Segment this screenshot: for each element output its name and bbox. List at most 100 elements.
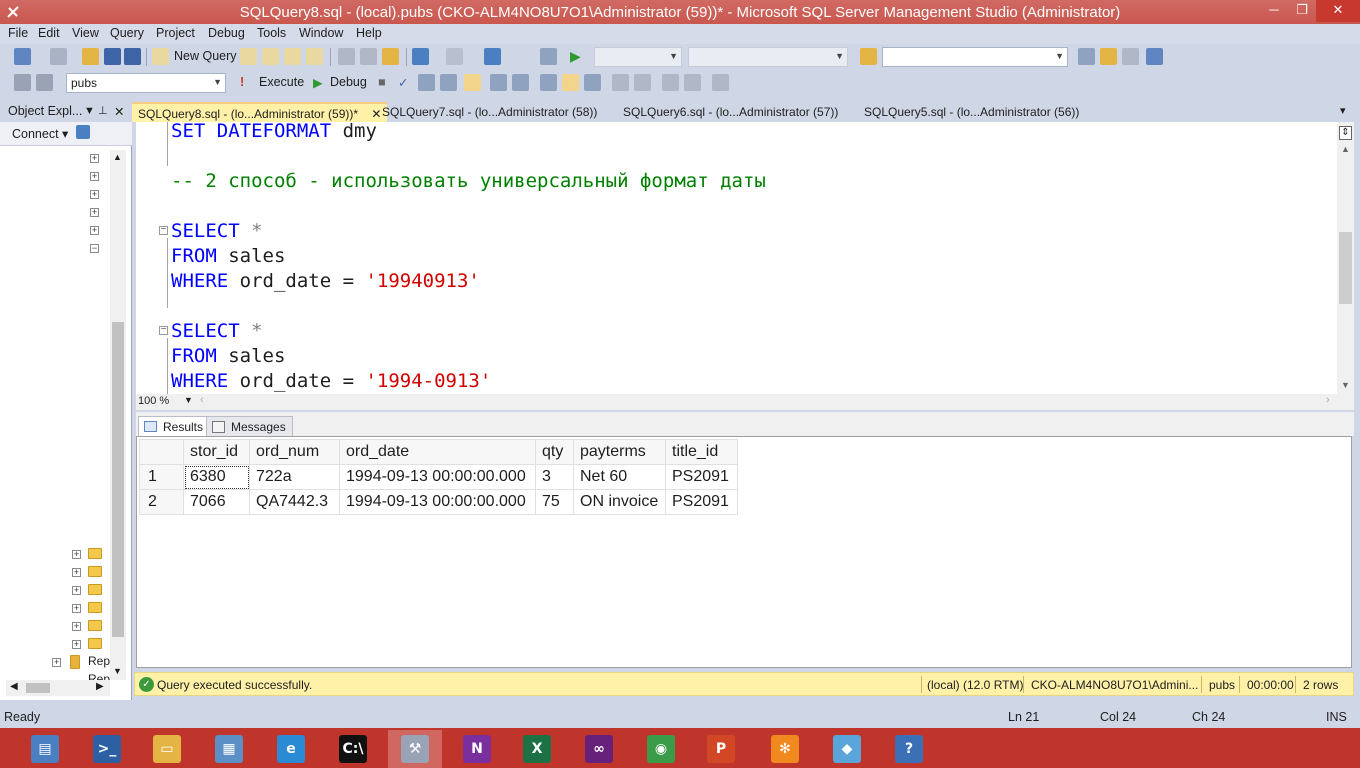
split-icon[interactable]: ⇕: [1339, 126, 1352, 140]
close-button[interactable]: ✕: [1316, 0, 1360, 22]
undo-icon[interactable]: [412, 48, 429, 65]
taskbar-item[interactable]: X: [510, 730, 564, 768]
results-to-text-icon[interactable]: [540, 74, 557, 91]
taskbar-item[interactable]: ▭: [140, 730, 194, 768]
expand-icon[interactable]: +: [72, 640, 81, 649]
new-query-button[interactable]: New Query: [174, 49, 237, 63]
menu-window[interactable]: Window: [299, 26, 343, 40]
menu-file[interactable]: File: [8, 26, 28, 40]
taskbar-item[interactable]: ⚒: [388, 730, 442, 768]
hscroll-thumb[interactable]: [26, 683, 50, 693]
copy-icon[interactable]: [360, 48, 377, 65]
expand-icon[interactable]: +: [72, 622, 81, 631]
save-icon[interactable]: [104, 48, 121, 65]
cancel-query-icon[interactable]: ■: [378, 75, 386, 89]
scroll-down-icon[interactable]: ▼: [113, 666, 122, 676]
expand-icon[interactable]: +: [72, 568, 81, 577]
menu-edit[interactable]: Edit: [38, 26, 60, 40]
pin-icon[interactable]: ▼ ⊥: [84, 104, 108, 117]
column-header-stor-id[interactable]: stor_id: [183, 439, 250, 465]
menu-project[interactable]: Project: [156, 26, 195, 40]
taskbar-item[interactable]: ▤: [18, 730, 72, 768]
execute-button[interactable]: Execute: [259, 75, 304, 89]
taskbar-item[interactable]: ◉: [634, 730, 688, 768]
column-header-ord-num[interactable]: ord_num: [249, 439, 340, 465]
table-cell[interactable]: 1994-09-13 00:00:00.000: [339, 464, 536, 490]
table-cell[interactable]: ON invoice: [573, 489, 666, 515]
results-to-grid-icon[interactable]: [562, 74, 579, 91]
minimize-button[interactable]: ─: [1260, 0, 1288, 22]
maximize-button[interactable]: ❐: [1288, 0, 1316, 22]
taskbar-item[interactable]: e: [264, 730, 318, 768]
scroll-up-icon[interactable]: ▲: [1341, 144, 1350, 154]
cut-icon[interactable]: [338, 48, 355, 65]
client-stats-icon[interactable]: [512, 74, 529, 91]
collapse-icon[interactable]: −: [90, 244, 99, 253]
zoom-level[interactable]: 100 %: [138, 395, 169, 407]
menu-help[interactable]: Help: [356, 26, 382, 40]
connect-icon[interactable]: [14, 74, 31, 91]
registered-servers-icon[interactable]: [1078, 48, 1095, 65]
row-number[interactable]: 2: [139, 489, 184, 515]
expand-icon[interactable]: +: [90, 226, 99, 235]
scroll-left-icon[interactable]: ‹: [200, 394, 204, 406]
tree-scrollbar[interactable]: ▲ ▼: [110, 150, 126, 680]
taskbar-item[interactable]: ?: [882, 730, 936, 768]
scroll-down-icon[interactable]: ▼: [1341, 380, 1350, 390]
collapse-icon[interactable]: −: [159, 325, 168, 335]
properties-icon[interactable]: [1122, 48, 1139, 65]
parse-icon[interactable]: ✓: [398, 75, 408, 90]
mdx-query-icon[interactable]: [284, 48, 301, 65]
expand-icon[interactable]: +: [72, 550, 81, 559]
taskbar-item[interactable]: P: [694, 730, 748, 768]
change-connection-icon[interactable]: [36, 74, 53, 91]
redo-icon[interactable]: [446, 48, 463, 65]
sql-editor[interactable]: − − SET DATEFORMAT dmy -- 2 способ - исп…: [136, 122, 1354, 394]
menu-debug[interactable]: Debug: [208, 26, 245, 40]
column-header-qty[interactable]: qty: [535, 439, 574, 465]
taskbar-item[interactable]: ∞: [572, 730, 626, 768]
debug-icon[interactable]: ▶: [313, 75, 323, 90]
table-cell[interactable]: 3: [535, 464, 574, 490]
scroll-left-icon[interactable]: ◀: [10, 681, 18, 692]
panel-close-icon[interactable]: ✕: [114, 104, 124, 119]
uncomment-icon[interactable]: [634, 74, 651, 91]
tree-item-replication-2[interactable]: Rep: [88, 672, 110, 680]
results-to-file-icon[interactable]: [584, 74, 601, 91]
results-grid[interactable]: stor_id ord_num ord_date qty payterms ti…: [136, 436, 1352, 668]
table-cell[interactable]: 1994-09-13 00:00:00.000: [339, 489, 536, 515]
taskbar-item[interactable]: ▦: [202, 730, 256, 768]
specify-values-icon[interactable]: [712, 74, 729, 91]
tab-sqlquery5[interactable]: SQLQuery5.sql - (lo...Administrator (56)…: [858, 102, 1085, 122]
editor-scrollbar[interactable]: ⇕ ▲ ▼: [1337, 122, 1354, 394]
row-number-header[interactable]: [139, 439, 184, 465]
menu-view[interactable]: View: [72, 26, 99, 40]
column-header-payterms[interactable]: payterms: [573, 439, 666, 465]
taskbar-item[interactable]: C:\: [326, 730, 380, 768]
scroll-thumb[interactable]: [1339, 232, 1352, 304]
scroll-thumb[interactable]: [112, 322, 124, 637]
decrease-indent-icon[interactable]: [662, 74, 679, 91]
expand-icon[interactable]: +: [72, 604, 81, 613]
add-item-icon[interactable]: [50, 48, 67, 65]
tab-sqlquery8[interactable]: SQLQuery8.sql - (lo...Administrator (59)…: [132, 102, 388, 122]
new-project-icon[interactable]: [14, 48, 31, 65]
table-cell[interactable]: 75: [535, 489, 574, 515]
screenshot-icon[interactable]: [540, 48, 557, 65]
platform-combo[interactable]: ▼: [688, 47, 848, 67]
estimated-plan-icon[interactable]: [418, 74, 435, 91]
expand-icon[interactable]: +: [90, 190, 99, 199]
db-engine-query-icon[interactable]: [240, 48, 257, 65]
table-cell[interactable]: QA7442.3: [249, 489, 340, 515]
collapse-icon[interactable]: −: [159, 225, 168, 235]
analysis-query-icon[interactable]: [262, 48, 279, 65]
row-number[interactable]: 1: [139, 464, 184, 490]
query-designer-icon[interactable]: [440, 74, 457, 91]
save-all-icon[interactable]: [124, 48, 141, 65]
navigate-icon[interactable]: [484, 48, 501, 65]
paste-icon[interactable]: [382, 48, 399, 65]
column-header-title-id[interactable]: title_id: [665, 439, 738, 465]
increase-indent-icon[interactable]: [684, 74, 701, 91]
scroll-right-icon[interactable]: ›: [1326, 394, 1330, 406]
menu-tools[interactable]: Tools: [257, 26, 286, 40]
